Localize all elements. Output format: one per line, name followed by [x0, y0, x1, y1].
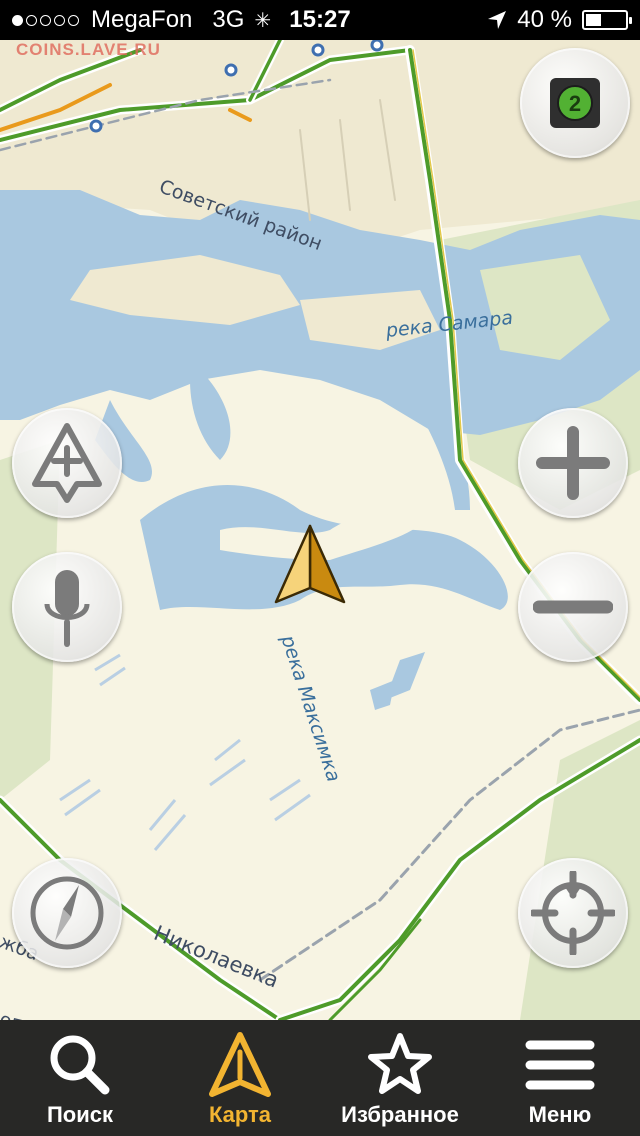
zoom-out-button[interactable]	[518, 552, 628, 662]
traffic-layer-button[interactable]: 2	[520, 48, 630, 158]
menu-icon	[525, 1040, 595, 1090]
tab-map[interactable]: Карта	[160, 1020, 320, 1136]
microphone-icon	[44, 570, 90, 647]
tab-search[interactable]: Поиск	[0, 1020, 160, 1136]
tab-favorites[interactable]: Избранное	[320, 1020, 480, 1136]
plus-icon	[536, 426, 610, 500]
traffic-score: 2	[569, 91, 581, 116]
tab-search-label: Поиск	[46, 1102, 114, 1127]
minus-icon	[533, 600, 613, 614]
watermark: COINS.LAVE.RU	[16, 40, 161, 59]
tab-menu-label: Меню	[528, 1102, 592, 1127]
battery-icon	[582, 10, 632, 30]
tab-bar: Поиск Карта Избранное Меню	[0, 1020, 640, 1136]
search-icon	[50, 1035, 110, 1095]
compass-button[interactable]	[12, 858, 122, 968]
locate-me-button[interactable]	[518, 858, 628, 968]
traffic-layers-icon: 2	[550, 78, 600, 128]
status-bar: MegaFon 3G ✳ 15:27 40 %	[0, 0, 640, 40]
voice-search-button[interactable]	[12, 552, 122, 662]
battery-percent: 40 %	[517, 6, 572, 33]
location-arrow-icon	[488, 11, 507, 29]
compass-icon	[30, 876, 104, 950]
tab-menu[interactable]: Меню	[480, 1020, 640, 1136]
tab-map-label: Карта	[208, 1102, 272, 1127]
road-event-plus-icon	[32, 423, 102, 503]
map-arrow-icon	[209, 1032, 271, 1097]
add-road-event-button[interactable]	[12, 408, 122, 518]
tab-favorites-label: Избранное	[341, 1102, 459, 1127]
current-location-arrow-icon	[274, 524, 346, 604]
star-icon	[368, 1033, 432, 1094]
zoom-in-button[interactable]	[518, 408, 628, 518]
crosshair-icon	[531, 871, 615, 955]
